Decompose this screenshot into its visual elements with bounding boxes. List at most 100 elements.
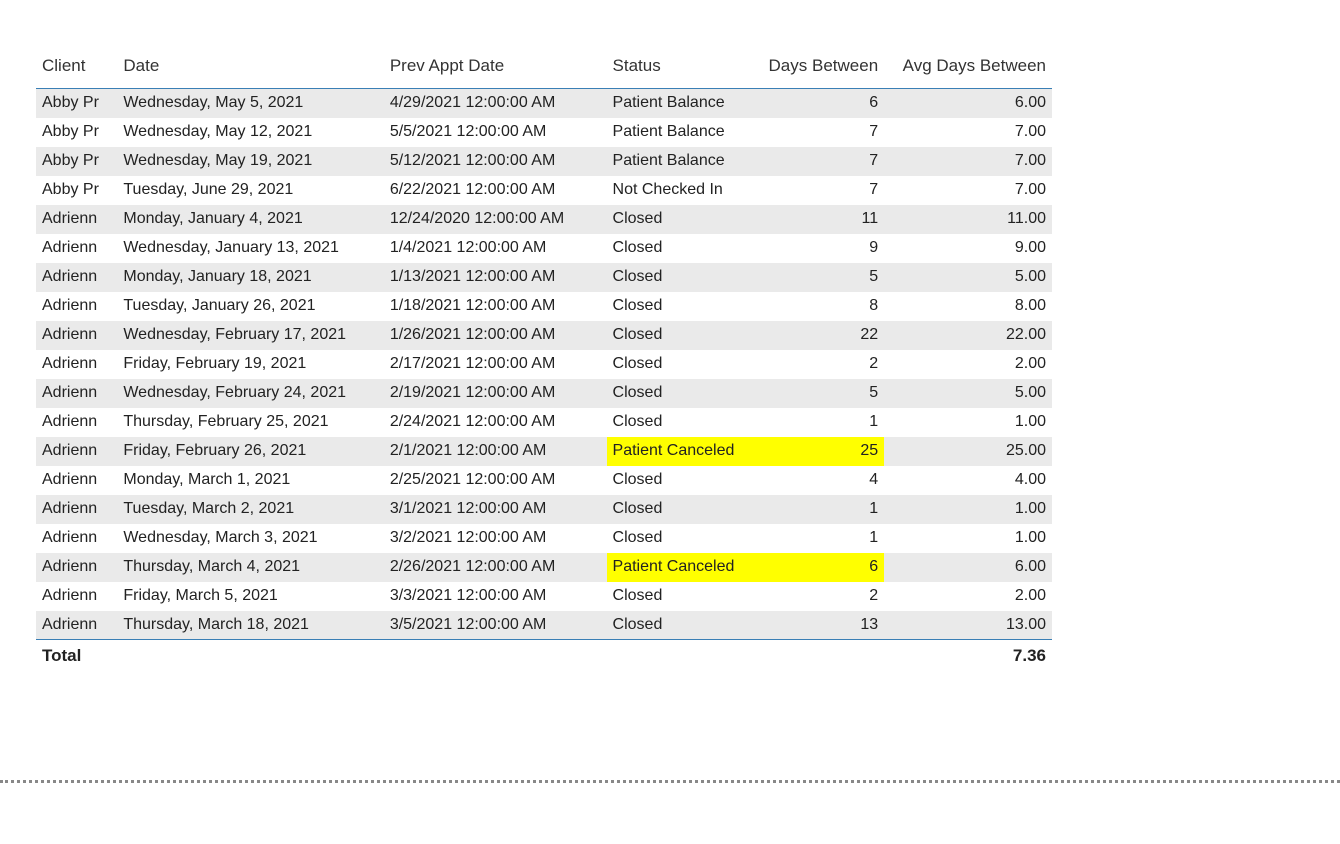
table-row[interactable]: AdriennTuesday, January 26, 20211/18/202…: [36, 292, 1052, 321]
cell-date: Monday, January 4, 2021: [117, 205, 383, 234]
cell-status: Patient Canceled: [607, 553, 760, 582]
cell-status: Closed: [607, 466, 760, 495]
table-row[interactable]: AdriennThursday, March 4, 20212/26/2021 …: [36, 553, 1052, 582]
cell-days: 2: [759, 350, 884, 379]
cell-client: Adrienn: [36, 553, 117, 582]
cell-avg: 7.00: [884, 176, 1052, 205]
cell-prev: 1/4/2021 12:00:00 AM: [384, 234, 607, 263]
cell-client: Adrienn: [36, 234, 117, 263]
table-header: Client Date Prev Appt Date Status Days B…: [36, 48, 1052, 89]
table-row[interactable]: AdriennTuesday, March 2, 20213/1/2021 12…: [36, 495, 1052, 524]
cell-avg: 11.00: [884, 205, 1052, 234]
table-row[interactable]: AdriennThursday, March 18, 20213/5/2021 …: [36, 611, 1052, 640]
cell-prev: 12/24/2020 12:00:00 AM: [384, 205, 607, 234]
cell-date: Friday, February 19, 2021: [117, 350, 383, 379]
table-row[interactable]: AdriennFriday, March 5, 20213/3/2021 12:…: [36, 582, 1052, 611]
cell-days: 8: [759, 292, 884, 321]
cell-avg: 13.00: [884, 611, 1052, 640]
cell-avg: 4.00: [884, 466, 1052, 495]
cell-days: 5: [759, 263, 884, 292]
cell-client: Adrienn: [36, 466, 117, 495]
col-header-avg[interactable]: Avg Days Between: [884, 48, 1052, 89]
cell-days: 1: [759, 408, 884, 437]
cell-avg: 7.00: [884, 147, 1052, 176]
cell-date: Tuesday, January 26, 2021: [117, 292, 383, 321]
table-body: Abby PrWednesday, May 5, 20214/29/2021 1…: [36, 89, 1052, 640]
cell-client: Abby Pr: [36, 147, 117, 176]
cell-avg: 9.00: [884, 234, 1052, 263]
cell-client: Adrienn: [36, 524, 117, 553]
cell-date: Wednesday, May 19, 2021: [117, 147, 383, 176]
col-header-date[interactable]: Date: [117, 48, 383, 89]
cell-client: Adrienn: [36, 437, 117, 466]
cell-avg: 7.00: [884, 118, 1052, 147]
cell-status: Closed: [607, 234, 760, 263]
cell-days: 5: [759, 379, 884, 408]
cell-prev: 2/19/2021 12:00:00 AM: [384, 379, 607, 408]
total-label: Total: [36, 640, 884, 673]
cell-days: 1: [759, 495, 884, 524]
table-row[interactable]: AdriennFriday, February 19, 20212/17/202…: [36, 350, 1052, 379]
table-row[interactable]: AdriennWednesday, February 17, 20211/26/…: [36, 321, 1052, 350]
cell-status: Not Checked In: [607, 176, 760, 205]
cell-avg: 6.00: [884, 553, 1052, 582]
cell-status: Patient Balance: [607, 118, 760, 147]
table-row[interactable]: Abby PrTuesday, June 29, 20216/22/2021 1…: [36, 176, 1052, 205]
appointments-table: Client Date Prev Appt Date Status Days B…: [36, 48, 1052, 672]
cell-avg: 5.00: [884, 263, 1052, 292]
col-header-status[interactable]: Status: [607, 48, 760, 89]
cell-status: Patient Canceled: [607, 437, 760, 466]
cell-days: 6: [759, 553, 884, 582]
cell-avg: 25.00: [884, 437, 1052, 466]
table-row[interactable]: AdriennMonday, January 18, 20211/13/2021…: [36, 263, 1052, 292]
cell-prev: 4/29/2021 12:00:00 AM: [384, 89, 607, 118]
table-row[interactable]: AdriennWednesday, March 3, 20213/2/2021 …: [36, 524, 1052, 553]
cell-avg: 22.00: [884, 321, 1052, 350]
cell-avg: 8.00: [884, 292, 1052, 321]
table-row[interactable]: Abby PrWednesday, May 12, 20215/5/2021 1…: [36, 118, 1052, 147]
cell-date: Thursday, February 25, 2021: [117, 408, 383, 437]
cell-avg: 1.00: [884, 408, 1052, 437]
cell-days: 22: [759, 321, 884, 350]
cell-status: Closed: [607, 582, 760, 611]
cell-date: Tuesday, June 29, 2021: [117, 176, 383, 205]
cell-date: Wednesday, February 17, 2021: [117, 321, 383, 350]
cell-prev: 6/22/2021 12:00:00 AM: [384, 176, 607, 205]
table-row[interactable]: AdriennFriday, February 26, 20212/1/2021…: [36, 437, 1052, 466]
col-header-prev[interactable]: Prev Appt Date: [384, 48, 607, 89]
cell-prev: 3/3/2021 12:00:00 AM: [384, 582, 607, 611]
cell-prev: 2/26/2021 12:00:00 AM: [384, 553, 607, 582]
table-row[interactable]: AdriennThursday, February 25, 20212/24/2…: [36, 408, 1052, 437]
cell-client: Adrienn: [36, 495, 117, 524]
table-row[interactable]: AdriennWednesday, January 13, 20211/4/20…: [36, 234, 1052, 263]
cell-date: Thursday, March 4, 2021: [117, 553, 383, 582]
cell-days: 9: [759, 234, 884, 263]
table-row[interactable]: AdriennWednesday, February 24, 20212/19/…: [36, 379, 1052, 408]
cell-days: 7: [759, 118, 884, 147]
cell-client: Adrienn: [36, 379, 117, 408]
cell-client: Adrienn: [36, 205, 117, 234]
col-header-client[interactable]: Client: [36, 48, 117, 89]
cell-days: 13: [759, 611, 884, 640]
table-row[interactable]: AdriennMonday, March 1, 20212/25/2021 12…: [36, 466, 1052, 495]
table-row[interactable]: Abby PrWednesday, May 19, 20215/12/2021 …: [36, 147, 1052, 176]
cell-date: Tuesday, March 2, 2021: [117, 495, 383, 524]
cell-days: 7: [759, 147, 884, 176]
cell-status: Closed: [607, 379, 760, 408]
total-value: 7.36: [884, 640, 1052, 673]
cell-prev: 2/24/2021 12:00:00 AM: [384, 408, 607, 437]
cell-status: Closed: [607, 524, 760, 553]
cell-prev: 2/25/2021 12:00:00 AM: [384, 466, 607, 495]
report-page: Client Date Prev Appt Date Status Days B…: [0, 0, 1340, 783]
cell-date: Thursday, March 18, 2021: [117, 611, 383, 640]
cell-prev: 1/18/2021 12:00:00 AM: [384, 292, 607, 321]
cell-avg: 1.00: [884, 524, 1052, 553]
col-header-days[interactable]: Days Between: [759, 48, 884, 89]
cell-date: Wednesday, February 24, 2021: [117, 379, 383, 408]
table-row[interactable]: Abby PrWednesday, May 5, 20214/29/2021 1…: [36, 89, 1052, 118]
table-row[interactable]: AdriennMonday, January 4, 202112/24/2020…: [36, 205, 1052, 234]
cell-days: 7: [759, 176, 884, 205]
cell-prev: 2/17/2021 12:00:00 AM: [384, 350, 607, 379]
cell-days: 2: [759, 582, 884, 611]
cell-avg: 1.00: [884, 495, 1052, 524]
